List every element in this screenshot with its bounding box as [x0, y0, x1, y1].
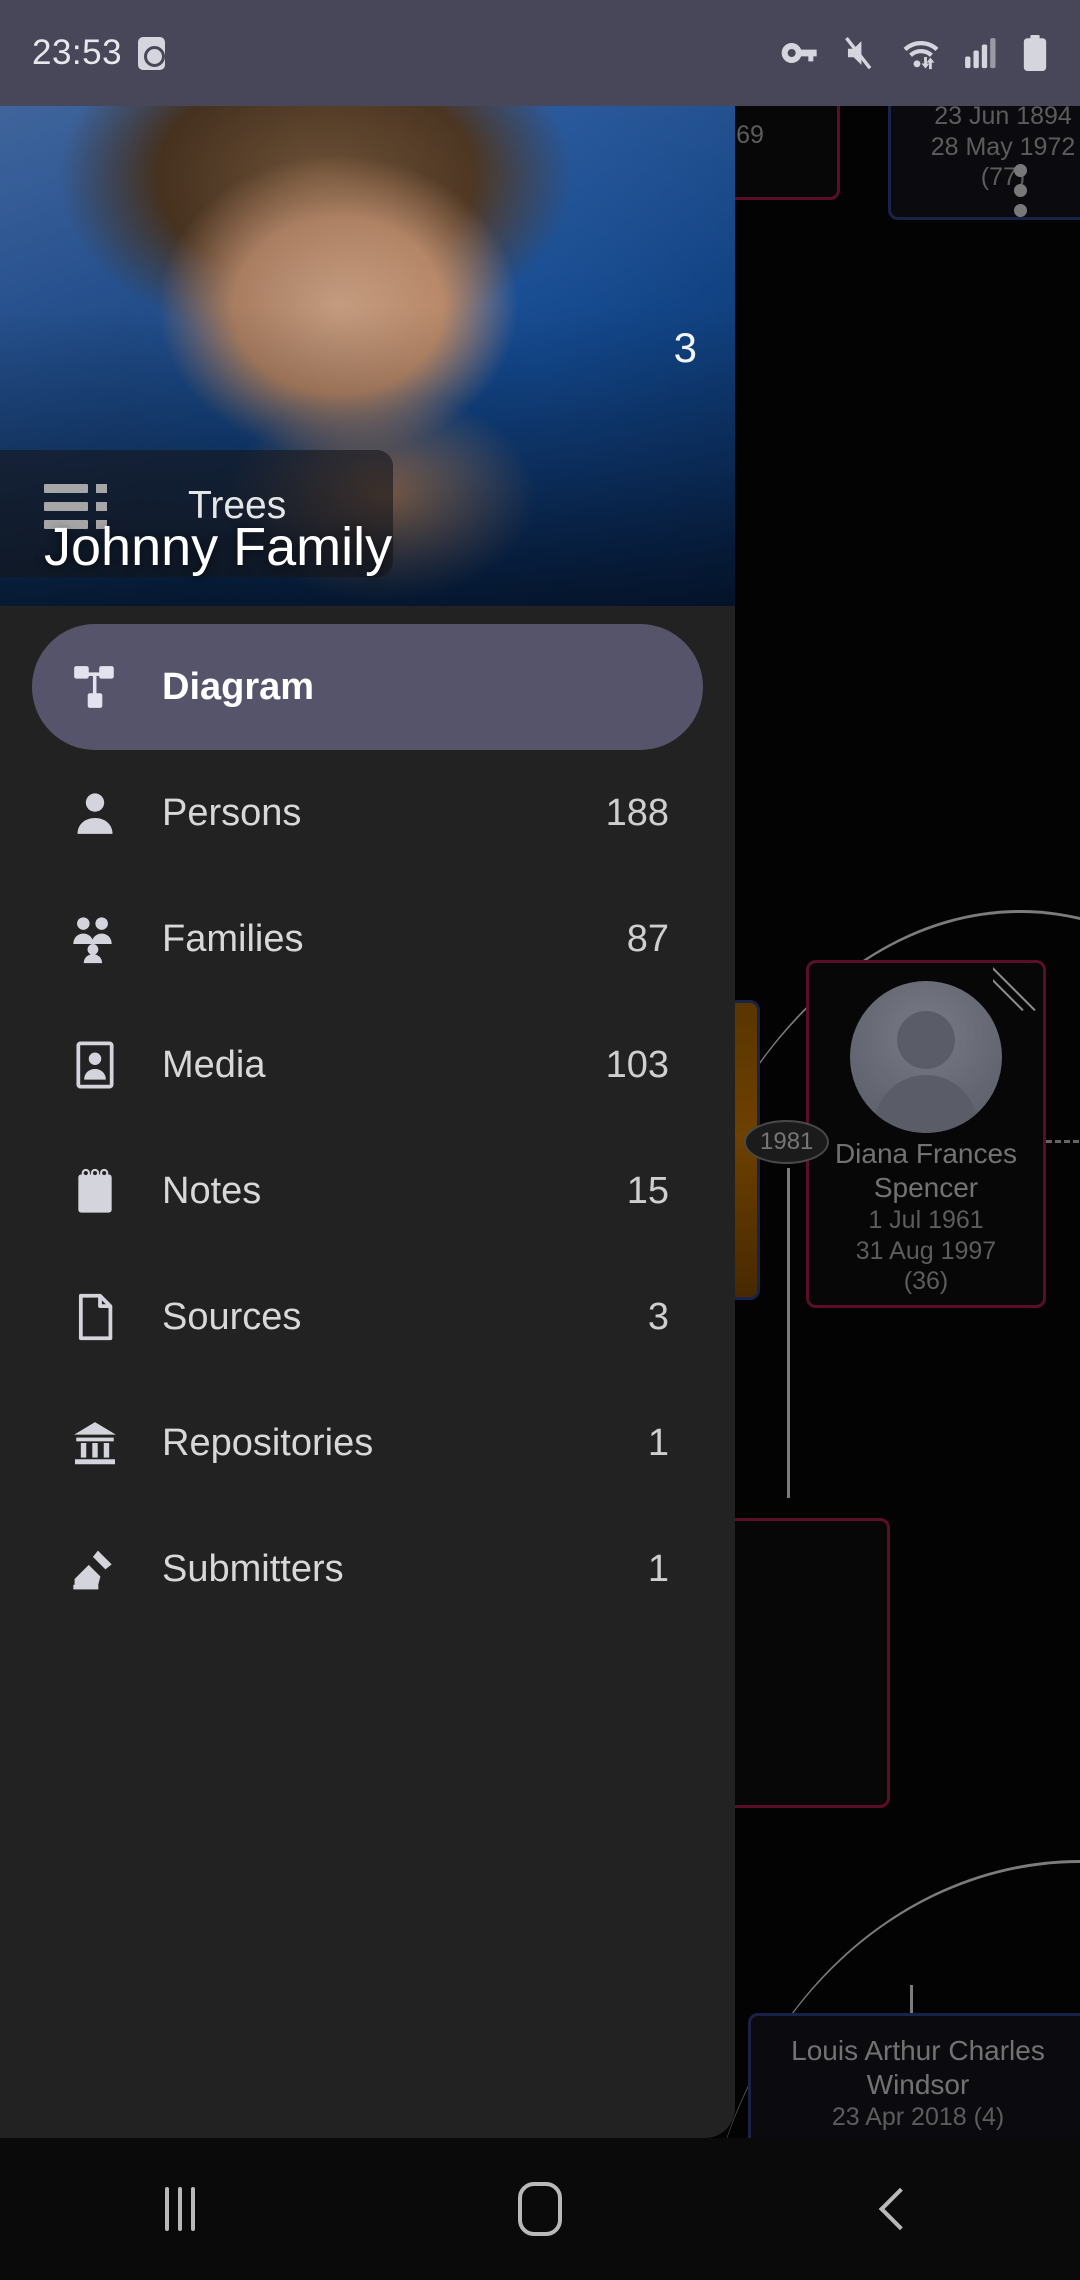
sidebar-item-label: Notes — [162, 1169, 262, 1212]
sidebar-item-repositories[interactable]: Repositories 1 — [32, 1380, 703, 1506]
battery-icon — [1022, 35, 1048, 71]
phone-screen: 69 23 Jun 1894 28 May 1972 (77) 1981 Dia… — [0, 0, 1080, 2280]
status-bar-left: 23:53 — [32, 33, 166, 73]
diagram-icon — [66, 658, 124, 716]
sidebar-item-label: Persons — [162, 791, 302, 834]
bank-icon — [66, 1414, 124, 1472]
sidebar-item-sources[interactable]: Sources 3 — [32, 1254, 703, 1380]
status-bar-right — [780, 35, 1048, 71]
status-time: 23:53 — [32, 33, 123, 72]
cellular-signal-icon — [964, 37, 1000, 69]
sidebar-item-label: Diagram — [162, 665, 315, 708]
alarm-icon — [138, 36, 166, 70]
sidebar-item-label: Sources — [162, 1295, 302, 1338]
vpn-key-icon — [780, 38, 820, 68]
sidebar-item-count: 15 — [626, 1169, 669, 1212]
sidebar-item-label: Repositories — [162, 1421, 374, 1464]
home-button[interactable] — [360, 2138, 720, 2280]
recents-button[interactable] — [0, 2138, 360, 2280]
sidebar-item-submitters[interactable]: Submitters 1 — [32, 1506, 703, 1632]
tree-title: Johnny Family — [44, 517, 393, 577]
wifi-icon — [900, 36, 942, 70]
drawer-menu-list: Diagram Persons 188 Families 87 Media 10… — [0, 606, 735, 1632]
recents-icon — [165, 2187, 195, 2231]
sidebar-item-count: 87 — [626, 917, 669, 960]
submitter-icon — [66, 1540, 124, 1598]
navigation-drawer: 3 Trees Johnny Family Diagram Persons 18… — [0, 106, 735, 2138]
sidebar-item-media[interactable]: Media 103 — [32, 1002, 703, 1128]
home-icon — [518, 2182, 562, 2236]
media-icon — [66, 1036, 124, 1094]
sidebar-item-count: 3 — [647, 1295, 669, 1338]
sidebar-item-count: 103 — [605, 1043, 669, 1086]
sidebar-item-notes[interactable]: Notes 15 — [32, 1128, 703, 1254]
document-icon — [66, 1288, 124, 1346]
back-icon — [878, 2187, 922, 2231]
sidebar-item-label: Media — [162, 1043, 266, 1086]
status-bar: 23:53 — [0, 0, 1080, 106]
sidebar-item-count: 1 — [647, 1421, 669, 1464]
drawer-header: 3 Trees Johnny Family — [0, 106, 735, 606]
android-nav-bar — [0, 2138, 1080, 2280]
sidebar-item-label: Submitters — [162, 1547, 344, 1590]
notes-icon — [66, 1162, 124, 1220]
sidebar-item-persons[interactable]: Persons 188 — [32, 750, 703, 876]
sidebar-item-families[interactable]: Families 87 — [32, 876, 703, 1002]
sidebar-item-label: Families — [162, 917, 304, 960]
back-button[interactable] — [720, 2138, 1080, 2280]
volume-muted-icon — [842, 36, 878, 70]
sidebar-item-count: 1 — [647, 1547, 669, 1590]
tree-count-badge: 3 — [673, 324, 697, 371]
person-icon — [66, 784, 124, 842]
sidebar-item-diagram[interactable]: Diagram — [32, 624, 703, 750]
families-icon — [66, 910, 124, 968]
sidebar-item-count: 188 — [605, 791, 669, 834]
